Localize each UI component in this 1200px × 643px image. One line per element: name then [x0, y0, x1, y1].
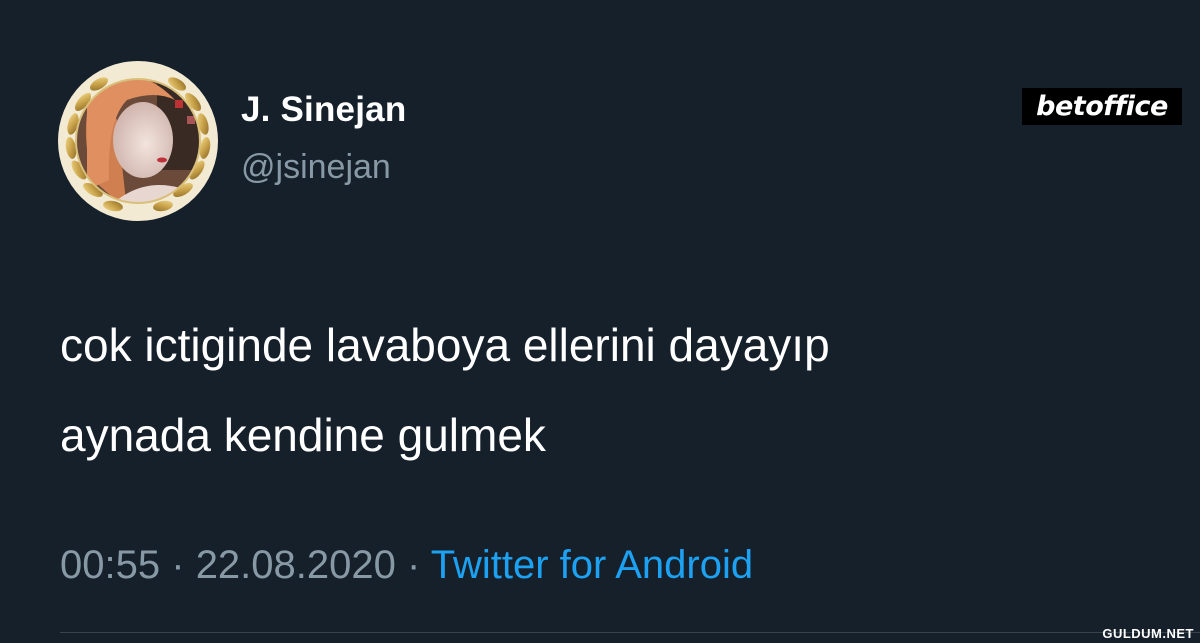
tweet-time[interactable]: 00:55 — [60, 543, 160, 587]
brand-watermark: betoffice — [1022, 88, 1182, 125]
laurel-avatar-icon — [58, 61, 218, 221]
divider — [60, 632, 1200, 633]
tweet-card: J. Sinejan @jsinejan betoffice cok ictig… — [0, 0, 1200, 643]
tweet-date[interactable]: 22.08.2020 — [196, 543, 396, 587]
tweet-text: cok ictiginde lavaboya ellerini dayayıp … — [60, 300, 1160, 480]
avatar[interactable] — [57, 60, 219, 222]
tweet-source-link[interactable]: Twitter for Android — [431, 543, 753, 587]
meta-separator: · — [407, 543, 421, 587]
user-handle[interactable]: @jsinejan — [241, 148, 391, 187]
meta-separator: · — [171, 543, 185, 587]
tweet-meta: 00:55 · 22.08.2020 · Twitter for Android — [60, 543, 753, 588]
tweet-line: aynada kendine gulmek — [60, 409, 546, 461]
site-watermark: GULDUM.NET — [1102, 626, 1194, 641]
display-name[interactable]: J. Sinejan — [241, 90, 406, 130]
tweet-line: cok ictiginde lavaboya ellerini dayayıp — [60, 319, 830, 371]
